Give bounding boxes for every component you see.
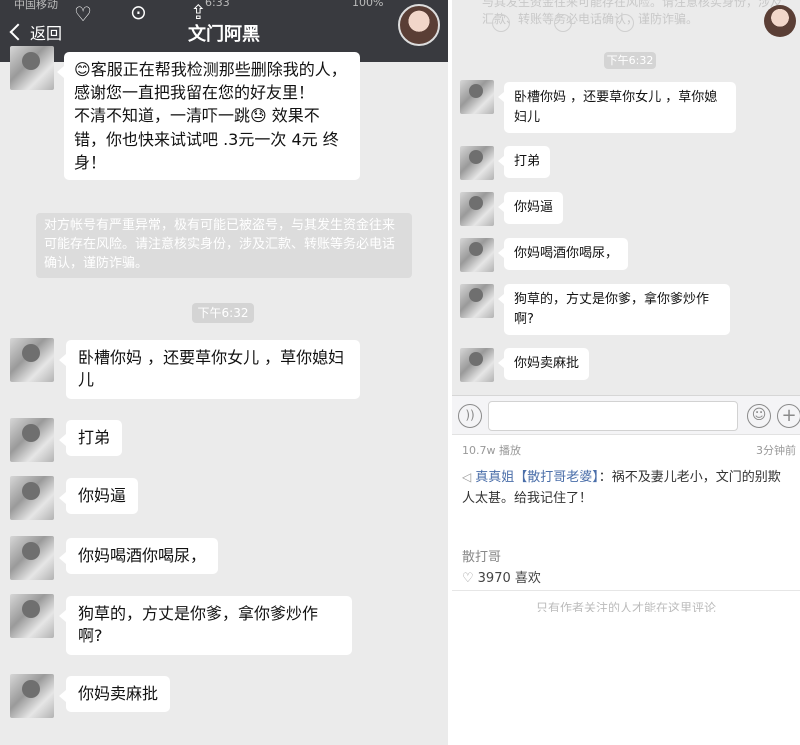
more-icon[interactable]: ⊙ (130, 2, 147, 22)
status-time: 6:33 (205, 0, 230, 9)
contact-avatar (460, 146, 494, 180)
profile-avatar (764, 5, 796, 37)
author-name[interactable]: 散打哥 (462, 546, 501, 565)
profile-avatar[interactable] (398, 4, 440, 46)
share-icon[interactable]: ⇪ (190, 2, 207, 22)
smile-emoji: 😊 (74, 60, 91, 79)
message-bubble: 狗草的，方丈是你爹，拿你爹炒作啊? (498, 284, 730, 335)
left-chat-screenshot: 中国移动 6:33 100% 返回 ♡ ⊙ ⇪ 文门阿黑 😊客服正在帮我检测那些… (0, 0, 448, 745)
plus-icon[interactable]: + (777, 404, 800, 428)
contact-avatar[interactable] (10, 476, 54, 520)
message-bubble: 狗草的，方丈是你爹，拿你爹炒作啊? (59, 596, 352, 655)
like-button[interactable]: ♡ 3970 喜欢 (462, 567, 541, 586)
more-icon (616, 14, 634, 32)
divider (452, 590, 800, 591)
message-bubble: 你妈喝酒你喝尿， (58, 538, 219, 575)
message-text: 客服正在帮我检测那些删除我的人，感谢您一直把我留在您的好友里！ (74, 60, 347, 103)
comment-separator: ： (598, 470, 612, 485)
message-bubble-prev: 😊客服正在帮我检测那些删除我的人，感谢您一直把我留在您的好友里！ 不清不知道，一… (57, 52, 360, 180)
post-time: 3分钟前 (756, 444, 796, 457)
message-bubble: 卧槽你妈 ，还要草你女儿 ，草你媳妇儿 (498, 82, 736, 133)
speaker-icon: ◁ (462, 470, 472, 484)
contact-avatar[interactable] (10, 594, 54, 638)
contact-avatar (460, 238, 494, 272)
emoji-icon[interactable]: ☺ (747, 404, 771, 428)
contact-avatar (460, 348, 494, 382)
heart-icon: ♡ (462, 571, 474, 586)
comment-input[interactable] (488, 401, 738, 431)
contact-avatar (460, 80, 494, 114)
comment-item: ◁ 真真姐【散打哥老婆】：祸不及妻儿老小，文门的别欺人太甚。给我记住了！ (462, 468, 792, 510)
chat-title: 文门阿黑 (188, 24, 260, 45)
back-circle-icon (492, 14, 510, 32)
message-bubble: 你妈逼 (58, 478, 139, 515)
time-stamp: 下午6:32 (604, 52, 656, 69)
system-warning: 对方帐号有严重异常，极有可能已被盗号，与其发生资金往来可能存在风险。请注意核实身… (36, 213, 412, 278)
message-bubble: 你妈逼 (497, 192, 564, 224)
contact-avatar[interactable] (10, 674, 54, 718)
contact-avatar[interactable] (10, 46, 54, 90)
voice-icon[interactable]: )) (458, 404, 482, 428)
message-bubble: 你妈喝酒你喝尿， (497, 238, 629, 270)
message-bubble: 打弟 (497, 146, 551, 178)
message-bubble: 打弟 (58, 420, 123, 457)
message-bubble: 卧槽你妈 ，还要草你女儿 ，草你媳妇儿 (59, 340, 360, 399)
carrier-label: 中国移动 (14, 0, 58, 11)
message-text: 不清不知道，一清吓一跳😓 效果不错，你也快来试试吧 .3元一次 4元 终身！ (74, 106, 339, 172)
like-count: 3970 喜欢 (477, 571, 541, 586)
status-bar: 中国移动 6:33 100% (0, 0, 448, 11)
message-bubble: 你妈卖麻批 (497, 348, 590, 380)
contact-avatar (460, 284, 494, 318)
battery-label: 100% (352, 0, 384, 9)
time-stamp: 下午6:32 (192, 303, 254, 323)
contact-avatar[interactable] (10, 418, 54, 462)
comment-input-bar: )) ☺ + (452, 395, 800, 435)
video-chat-frame: 与其发生资金往来可能存在风险。请注意核实身份，涉及汇款、转账等务必电话确认，谨防… (452, 0, 800, 395)
contact-avatar[interactable] (10, 536, 54, 580)
heart-icon (554, 14, 572, 32)
contact-avatar (460, 192, 494, 226)
comment-restriction-note: 只有作者关注的人才能在这里评论 (535, 601, 716, 612)
message-bubble: 你妈卖麻批 (58, 676, 171, 713)
play-count: 10.7w 播放 (462, 444, 521, 457)
right-video-screenshot: 与其发生资金往来可能存在风险。请注意核实身份，涉及汇款、转账等务必电话确认，谨防… (452, 0, 800, 745)
video-meta: 10.7w 播放 3分钟前 (462, 442, 796, 458)
comment-user[interactable]: 真真姐【散打哥老婆】 (475, 470, 599, 485)
contact-avatar[interactable] (10, 338, 54, 382)
